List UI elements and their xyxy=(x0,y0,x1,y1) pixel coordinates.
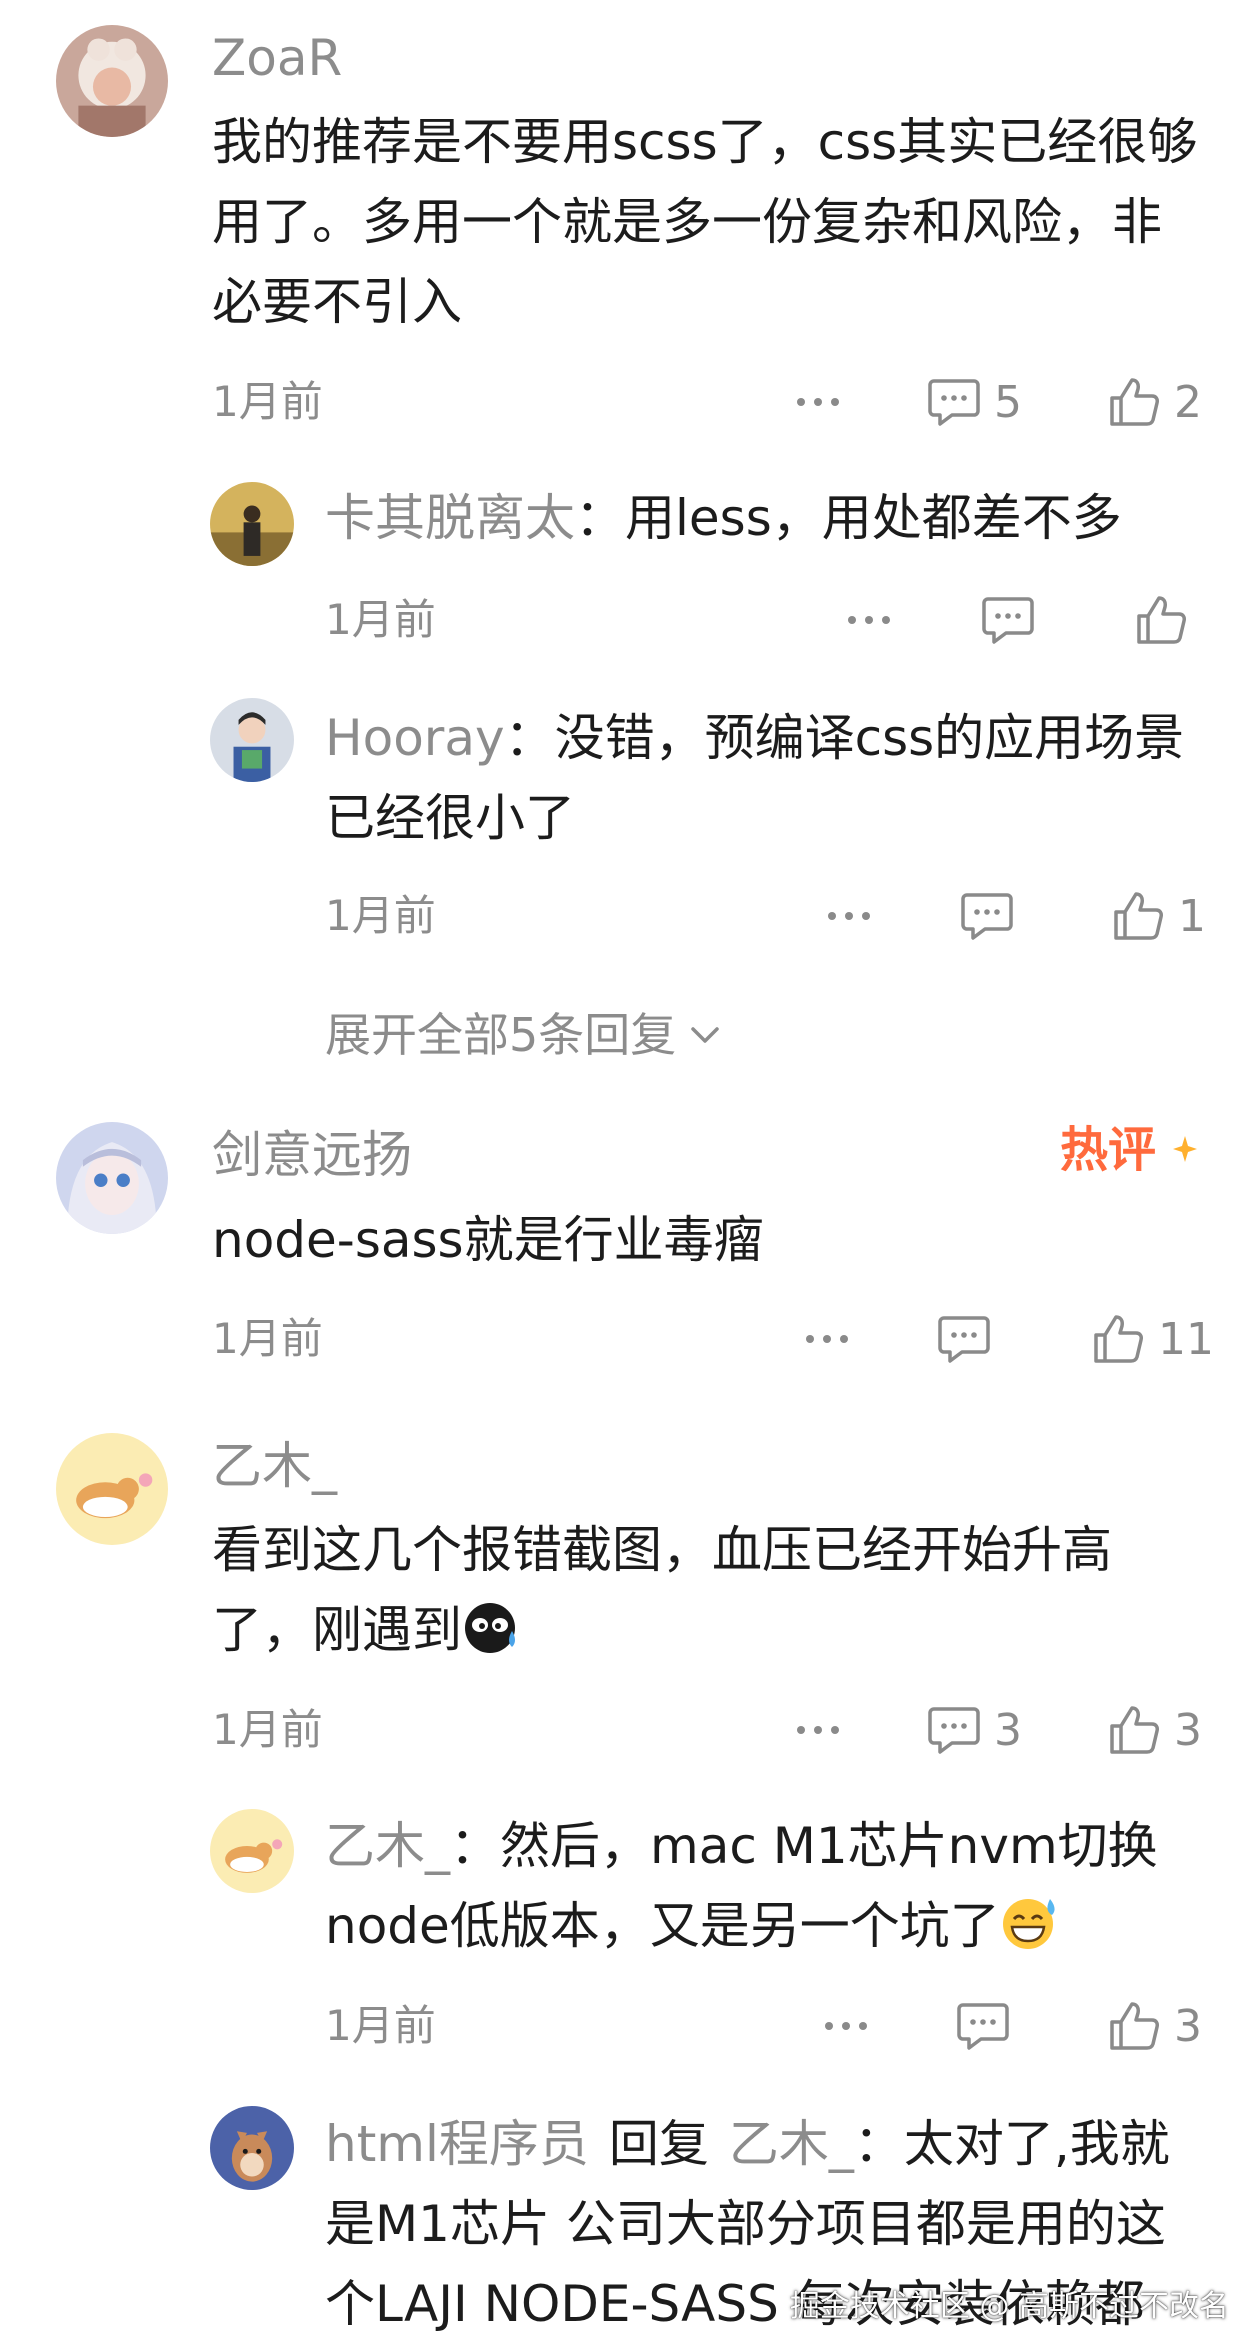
reply-author[interactable]: 乙木_ xyxy=(325,1817,450,1875)
comment-text: 看到这几个报错截图，血压已经开始升高了，刚遇到 xyxy=(212,1510,1202,1670)
more-button[interactable] xyxy=(826,886,872,946)
like-button[interactable]: 11 xyxy=(1092,1309,1214,1369)
more-dots-icon xyxy=(806,1335,848,1343)
reply-count: 3 xyxy=(994,1704,1022,1756)
comment-bubble-icon xyxy=(961,893,1013,940)
like-button[interactable]: 3 xyxy=(1108,1996,1202,2056)
reply-author[interactable]: 卡其脱离太 xyxy=(325,489,575,547)
reply-content: 用less，用处都差不多 xyxy=(625,489,1122,547)
comment-author[interactable]: 剑意远扬 xyxy=(212,1125,412,1185)
comment-author[interactable]: 乙木_ xyxy=(212,1436,337,1496)
thumbs-up-icon xyxy=(1094,1315,1143,1363)
thumbs-up-icon xyxy=(1110,2002,1159,2050)
hot-comment-badge: 热评 xyxy=(1060,1120,1200,1180)
sparkle-icon xyxy=(1173,1136,1197,1162)
like-button[interactable]: 3 xyxy=(1108,1700,1202,1760)
avatar[interactable] xyxy=(56,1433,168,1545)
comment-text: 我的推荐是不要用scss了，css其实已经很够用了。多用一个就是多一份复杂和风险… xyxy=(212,113,1198,331)
reply-text: Hooray：没错，预编译css的应用场景已经很小了 xyxy=(325,698,1205,858)
comment-author[interactable]: ZoaR xyxy=(212,28,342,88)
avatar[interactable] xyxy=(56,1122,168,1234)
like-count: 3 xyxy=(1174,2000,1202,2052)
more-dots-icon xyxy=(797,1726,839,1734)
reply-button[interactable] xyxy=(961,886,1013,946)
reply-time: 1月前 xyxy=(325,891,436,940)
chevron-down-icon xyxy=(691,1027,720,1043)
comment-bubble-icon xyxy=(982,597,1034,644)
like-count: 2 xyxy=(1174,376,1202,428)
thumbs-up-icon xyxy=(1114,892,1163,940)
hot-badge-label: 热评 xyxy=(1060,1122,1157,1178)
crying-face-emoji xyxy=(465,1603,515,1653)
thumbs-up-icon xyxy=(1110,378,1159,426)
comment-text: node-sass就是行业毒瘤 xyxy=(212,1211,764,1269)
comment-bubble-icon xyxy=(928,1707,980,1754)
reply-text: 卡其脱离太：用less，用处都差不多 xyxy=(325,478,1205,558)
like-count: 3 xyxy=(1174,1704,1202,1756)
more-button[interactable] xyxy=(804,1309,850,1369)
thumbs-up-icon xyxy=(1110,1706,1159,1754)
reply-target-author[interactable]: 乙木_ xyxy=(729,2115,854,2173)
expand-replies-button[interactable]: 展开全部5条回复 xyxy=(325,1005,720,1065)
thumbs-up-icon xyxy=(1137,596,1186,644)
avatar[interactable] xyxy=(56,25,168,137)
more-button[interactable] xyxy=(795,372,841,432)
reply-separator: ： xyxy=(575,489,625,547)
more-button[interactable] xyxy=(846,590,892,650)
more-button[interactable] xyxy=(795,1700,841,1760)
avatar[interactable] xyxy=(210,698,294,782)
more-dots-icon xyxy=(797,398,839,406)
reply-word: 回复 xyxy=(608,2115,709,2173)
like-button[interactable]: 2 xyxy=(1108,372,1202,432)
reply-text: 乙木_：然后，mac M1芯片nvm切换node低版本，又是另一个坑了 xyxy=(325,1806,1205,1966)
comment-time: 1月前 xyxy=(212,377,323,426)
reply-button[interactable] xyxy=(957,1996,1009,2056)
reply-count: 5 xyxy=(994,376,1022,428)
watermark: 掘金技术社区 @ 高斯不过不改名 xyxy=(789,2289,1229,2324)
like-count: 11 xyxy=(1158,1313,1214,1365)
avatar[interactable] xyxy=(210,2106,294,2190)
more-dots-icon xyxy=(825,2022,867,2030)
comment-bubble-icon xyxy=(957,2003,1009,2050)
comment-content: 看到这几个报错截图，血压已经开始升高了，刚遇到 xyxy=(212,1521,1112,1659)
reply-time: 1月前 xyxy=(325,2001,436,2050)
reply-separator: ： xyxy=(450,1817,500,1875)
reply-author[interactable]: html程序员 xyxy=(325,2115,589,2173)
reply-button[interactable] xyxy=(982,590,1034,650)
reply-button[interactable]: 5 xyxy=(928,372,1022,432)
more-dots-icon xyxy=(848,616,890,624)
more-dots-icon xyxy=(828,912,870,920)
like-button[interactable] xyxy=(1135,590,1187,650)
reply-separator: ： xyxy=(504,709,555,767)
reply-button[interactable] xyxy=(938,1309,990,1369)
reply-time: 1月前 xyxy=(325,595,436,644)
reply-separator: ： xyxy=(853,2115,904,2173)
comment-time: 1月前 xyxy=(212,1314,323,1363)
more-button[interactable] xyxy=(823,1996,869,2056)
comment-bubble-icon xyxy=(928,379,980,426)
expand-replies-label: 展开全部5条回复 xyxy=(325,1008,677,1062)
reply-button[interactable]: 3 xyxy=(928,1700,1022,1760)
grinning-sweat-emoji xyxy=(1002,1899,1055,1949)
like-count: 1 xyxy=(1178,890,1206,942)
avatar[interactable] xyxy=(210,482,294,566)
like-button[interactable]: 1 xyxy=(1112,886,1206,946)
comment-bubble-icon xyxy=(938,1316,990,1363)
reply-author[interactable]: Hooray xyxy=(325,709,505,767)
comment-time: 1月前 xyxy=(212,1705,323,1754)
avatar[interactable] xyxy=(210,1809,294,1893)
